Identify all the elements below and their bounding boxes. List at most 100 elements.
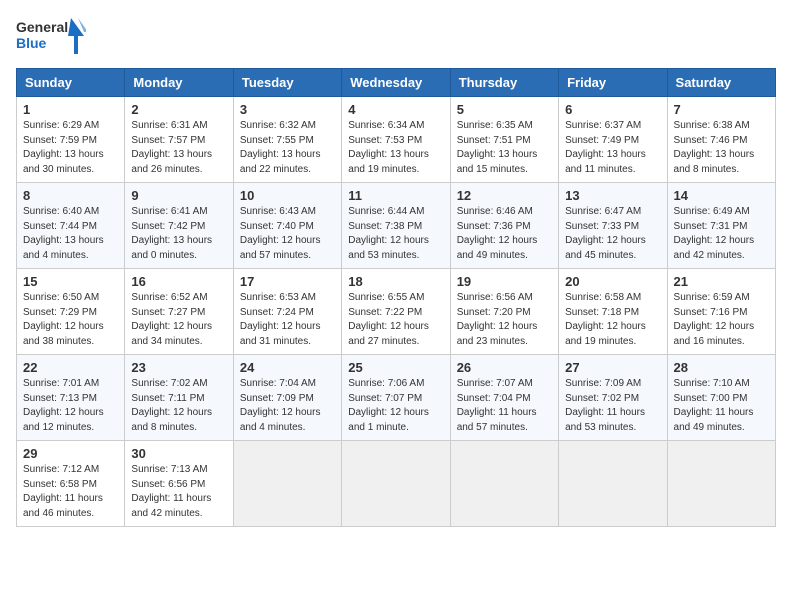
day-detail: Sunrise: 6:52 AMSunset: 7:27 PMDaylight:… [131, 291, 226, 349]
day-detail: Sunrise: 6:50 AMSunset: 7:29 PMDaylight:… [23, 291, 118, 349]
calendar-cell: 13 Sunrise: 6:47 AMSunset: 7:33 PMDayligh… [559, 183, 667, 269]
weekday-header-row: SundayMondayTuesdayWednesdayThursdayFrid… [17, 69, 776, 97]
weekday-header-thursday: Thursday [450, 69, 558, 97]
day-detail: Sunrise: 6:49 AMSunset: 7:31 PMDaylight:… [674, 205, 769, 263]
day-detail: Sunrise: 6:44 AMSunset: 7:38 PMDaylight:… [348, 205, 443, 263]
calendar-cell: 8 Sunrise: 6:40 AMSunset: 7:44 PMDaylight… [17, 183, 125, 269]
day-detail: Sunrise: 6:40 AMSunset: 7:44 PMDaylight:… [23, 205, 118, 263]
day-detail: Sunrise: 6:37 AMSunset: 7:49 PMDaylight:… [565, 119, 660, 177]
calendar-cell: 14 Sunrise: 6:49 AMSunset: 7:31 PMDayligh… [667, 183, 775, 269]
day-number: 25 [348, 360, 443, 375]
day-number: 21 [674, 274, 769, 289]
calendar-cell: 23 Sunrise: 7:02 AMSunset: 7:11 PMDayligh… [125, 355, 233, 441]
day-detail: Sunrise: 6:35 AMSunset: 7:51 PMDaylight:… [457, 119, 552, 177]
calendar-cell [342, 441, 450, 527]
weekday-header-saturday: Saturday [667, 69, 775, 97]
calendar-cell: 26Sunrise: 7:07 AMSunset: 7:04 PMDayligh… [450, 355, 558, 441]
day-number: 2 [131, 102, 226, 117]
weekday-header-wednesday: Wednesday [342, 69, 450, 97]
calendar-cell [667, 441, 775, 527]
day-number: 26 [457, 360, 552, 375]
calendar-week-row: 8 Sunrise: 6:40 AMSunset: 7:44 PMDaylight… [17, 183, 776, 269]
day-detail: Sunrise: 6:34 AMSunset: 7:53 PMDaylight:… [348, 119, 443, 177]
calendar-cell: 6 Sunrise: 6:37 AMSunset: 7:49 PMDaylight… [559, 97, 667, 183]
weekday-header-sunday: Sunday [17, 69, 125, 97]
day-number: 17 [240, 274, 335, 289]
calendar-cell: 3 Sunrise: 6:32 AMSunset: 7:55 PMDaylight… [233, 97, 341, 183]
day-detail: Sunrise: 6:47 AMSunset: 7:33 PMDaylight:… [565, 205, 660, 263]
calendar-cell: 21 Sunrise: 6:59 AMSunset: 7:16 PMDayligh… [667, 269, 775, 355]
calendar-cell: 2 Sunrise: 6:31 AMSunset: 7:57 PMDaylight… [125, 97, 233, 183]
calendar-cell: 9 Sunrise: 6:41 AMSunset: 7:42 PMDaylight… [125, 183, 233, 269]
day-number: 3 [240, 102, 335, 117]
day-number: 11 [348, 188, 443, 203]
day-detail: Sunrise: 7:01 AMSunset: 7:13 PMDaylight:… [23, 377, 118, 435]
calendar-cell: 20 Sunrise: 6:58 AMSunset: 7:18 PMDayligh… [559, 269, 667, 355]
calendar-week-row: 1 Sunrise: 6:29 AMSunset: 7:59 PMDaylight… [17, 97, 776, 183]
svg-text:Blue: Blue [16, 35, 47, 51]
calendar-cell: 30Sunrise: 7:13 AMSunset: 6:56 PMDayligh… [125, 441, 233, 527]
day-number: 9 [131, 188, 226, 203]
day-number: 19 [457, 274, 552, 289]
calendar-cell: 27 Sunrise: 7:09 AMSunset: 7:02 PMDayligh… [559, 355, 667, 441]
day-detail: Sunrise: 7:04 AMSunset: 7:09 PMDaylight:… [240, 377, 335, 435]
svg-text:General: General [16, 19, 68, 35]
day-number: 18 [348, 274, 443, 289]
day-detail: Sunrise: 7:13 AMSunset: 6:56 PMDaylight:… [131, 463, 226, 521]
day-number: 6 [565, 102, 660, 117]
day-detail: Sunrise: 7:10 AMSunset: 7:00 PMDaylight:… [674, 377, 769, 435]
day-detail: Sunrise: 7:12 AMSunset: 6:58 PMDaylight:… [23, 463, 118, 521]
logo-svg: General Blue [16, 16, 86, 58]
day-detail: Sunrise: 6:46 AMSunset: 7:36 PMDaylight:… [457, 205, 552, 263]
day-number: 15 [23, 274, 118, 289]
day-detail: Sunrise: 6:53 AMSunset: 7:24 PMDaylight:… [240, 291, 335, 349]
calendar-cell: 12 Sunrise: 6:46 AMSunset: 7:36 PMDayligh… [450, 183, 558, 269]
calendar-cell: 19 Sunrise: 6:56 AMSunset: 7:20 PMDayligh… [450, 269, 558, 355]
calendar-table: SundayMondayTuesdayWednesdayThursdayFrid… [16, 68, 776, 527]
day-detail: Sunrise: 7:02 AMSunset: 7:11 PMDaylight:… [131, 377, 226, 435]
day-number: 5 [457, 102, 552, 117]
calendar-cell: 7Sunrise: 6:38 AMSunset: 7:46 PMDaylight… [667, 97, 775, 183]
calendar-cell: 11 Sunrise: 6:44 AMSunset: 7:38 PMDayligh… [342, 183, 450, 269]
logo: General Blue [16, 16, 86, 58]
calendar-week-row: 22Sunrise: 7:01 AMSunset: 7:13 PMDayligh… [17, 355, 776, 441]
calendar-cell: 22Sunrise: 7:01 AMSunset: 7:13 PMDayligh… [17, 355, 125, 441]
day-number: 8 [23, 188, 118, 203]
calendar-cell: 5 Sunrise: 6:35 AMSunset: 7:51 PMDaylight… [450, 97, 558, 183]
weekday-header-friday: Friday [559, 69, 667, 97]
day-number: 13 [565, 188, 660, 203]
day-number: 24 [240, 360, 335, 375]
day-detail: Sunrise: 6:55 AMSunset: 7:22 PMDaylight:… [348, 291, 443, 349]
day-number: 20 [565, 274, 660, 289]
day-detail: Sunrise: 6:31 AMSunset: 7:57 PMDaylight:… [131, 119, 226, 177]
day-number: 14 [674, 188, 769, 203]
calendar-cell: 18 Sunrise: 6:55 AMSunset: 7:22 PMDayligh… [342, 269, 450, 355]
page-header: General Blue [16, 16, 776, 58]
calendar-week-row: 15 Sunrise: 6:50 AMSunset: 7:29 PMDayligh… [17, 269, 776, 355]
day-detail: Sunrise: 6:41 AMSunset: 7:42 PMDaylight:… [131, 205, 226, 263]
calendar-cell: 29Sunrise: 7:12 AMSunset: 6:58 PMDayligh… [17, 441, 125, 527]
day-detail: Sunrise: 7:09 AMSunset: 7:02 PMDaylight:… [565, 377, 660, 435]
day-detail: Sunrise: 6:56 AMSunset: 7:20 PMDaylight:… [457, 291, 552, 349]
day-number: 23 [131, 360, 226, 375]
day-number: 12 [457, 188, 552, 203]
day-number: 1 [23, 102, 118, 117]
day-number: 4 [348, 102, 443, 117]
calendar-cell: 10Sunrise: 6:43 AMSunset: 7:40 PMDayligh… [233, 183, 341, 269]
day-detail: Sunrise: 6:59 AMSunset: 7:16 PMDaylight:… [674, 291, 769, 349]
calendar-cell: 15 Sunrise: 6:50 AMSunset: 7:29 PMDayligh… [17, 269, 125, 355]
calendar-week-row: 29Sunrise: 7:12 AMSunset: 6:58 PMDayligh… [17, 441, 776, 527]
calendar-cell: 16Sunrise: 6:52 AMSunset: 7:27 PMDayligh… [125, 269, 233, 355]
day-detail: Sunrise: 6:38 AMSunset: 7:46 PMDaylight:… [674, 119, 769, 177]
calendar-cell: 24 Sunrise: 7:04 AMSunset: 7:09 PMDayligh… [233, 355, 341, 441]
calendar-cell: 28Sunrise: 7:10 AMSunset: 7:00 PMDayligh… [667, 355, 775, 441]
day-detail: Sunrise: 6:32 AMSunset: 7:55 PMDaylight:… [240, 119, 335, 177]
day-detail: Sunrise: 6:58 AMSunset: 7:18 PMDaylight:… [565, 291, 660, 349]
calendar-cell [233, 441, 341, 527]
day-detail: Sunrise: 7:06 AMSunset: 7:07 PMDaylight:… [348, 377, 443, 435]
day-detail: Sunrise: 6:29 AMSunset: 7:59 PMDaylight:… [23, 119, 118, 177]
calendar-cell: 17 Sunrise: 6:53 AMSunset: 7:24 PMDayligh… [233, 269, 341, 355]
day-number: 10 [240, 188, 335, 203]
day-number: 27 [565, 360, 660, 375]
calendar-cell: 25 Sunrise: 7:06 AMSunset: 7:07 PMDayligh… [342, 355, 450, 441]
